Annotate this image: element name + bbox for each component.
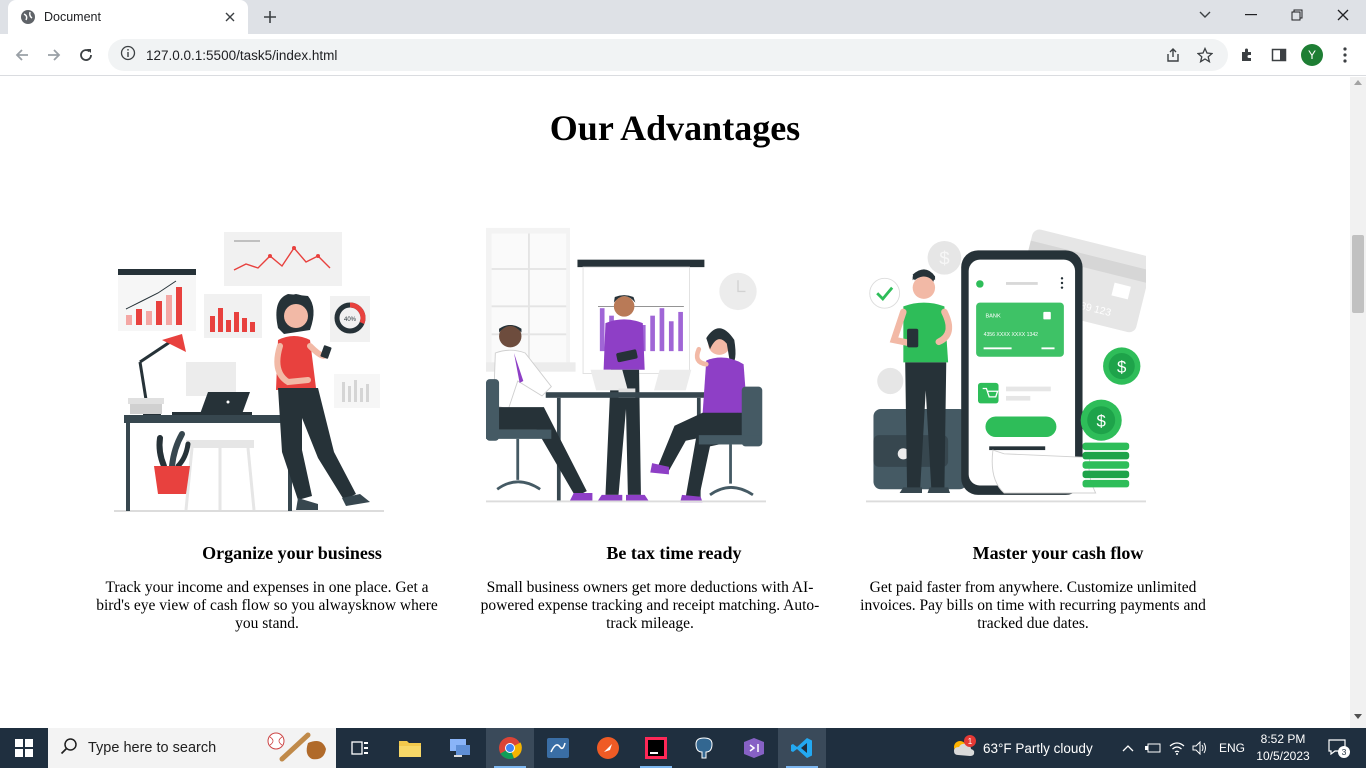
wifi-icon[interactable]: [1169, 728, 1185, 768]
vertical-scrollbar[interactable]: [1350, 77, 1366, 728]
donut-percent-label: 40%: [344, 317, 357, 323]
battery-icon[interactable]: [1145, 728, 1161, 768]
profile-avatar[interactable]: Y: [1301, 44, 1323, 66]
clock-date: 10/5/2023: [1256, 749, 1310, 763]
search-highlight-baseball-icon: [264, 729, 330, 768]
svg-text:$: $: [939, 247, 950, 268]
scroll-up-arrow-icon[interactable]: [1350, 79, 1366, 91]
info-icon[interactable]: [120, 45, 136, 66]
mysql-workbench-icon[interactable]: [534, 728, 582, 768]
cash-flow-illustration: 789 123 $ BANK 4356 XXXX XXXX 1342 $ $: [866, 229, 1146, 503]
file-explorer-icon[interactable]: [386, 728, 434, 768]
url-text[interactable]: 127.0.0.1:5500/task5/index.html: [146, 48, 1152, 63]
share-icon[interactable]: [1162, 44, 1184, 66]
notifications-button[interactable]: 3: [1324, 728, 1352, 768]
card-title-tax: Be tax time ready: [606, 543, 742, 563]
card-text-organize: Track your income and expenses in one pl…: [96, 579, 438, 632]
windows-taskbar: Type here to search 1 63°F Partly cloudy…: [0, 728, 1366, 768]
restore-button[interactable]: [1274, 0, 1320, 30]
organize-business-illustration: 40%: [114, 232, 384, 512]
weather-text: 63°F Partly cloudy: [983, 740, 1093, 756]
scroll-thumb[interactable]: [1352, 235, 1364, 313]
weather-alert-badge: 1: [964, 735, 976, 747]
postgresql-icon[interactable]: [680, 728, 728, 768]
svg-text:$: $: [1117, 358, 1127, 377]
svg-text:$: $: [1097, 412, 1107, 431]
language-indicator[interactable]: ENG: [1219, 728, 1245, 768]
menu-kebab-icon[interactable]: [1334, 44, 1356, 66]
scroll-down-arrow-icon[interactable]: [1350, 714, 1366, 726]
chrome-taskbar-icon[interactable]: [486, 728, 534, 768]
forward-button[interactable]: [40, 41, 68, 69]
bookmark-star-icon[interactable]: [1194, 44, 1216, 66]
task-view-icon[interactable]: [336, 728, 384, 768]
browser-toolbar: 127.0.0.1:5500/task5/index.html Y: [0, 34, 1366, 76]
tab-title: Document: [44, 10, 101, 24]
side-panel-icon[interactable]: [1268, 44, 1290, 66]
weather-widget[interactable]: 1 63°F Partly cloudy: [950, 728, 1093, 768]
notification-count-badge: 3: [1338, 746, 1350, 758]
vscode-icon[interactable]: [778, 728, 826, 768]
new-tab-button[interactable]: [258, 5, 282, 29]
page-title: Our Advantages: [549, 108, 801, 148]
tab-close-icon[interactable]: [222, 9, 238, 25]
card-text-tax: Small business owners get more deduction…: [480, 579, 820, 632]
reload-button[interactable]: [72, 41, 100, 69]
intellij-icon[interactable]: [632, 728, 680, 768]
page-viewport: Our Advantages 40% 789 123 $ BANK 4356 X…: [0, 77, 1350, 728]
notification-icon: 3: [1328, 739, 1350, 758]
weather-cloud-icon: 1: [950, 735, 976, 759]
back-button[interactable]: [8, 41, 36, 69]
globe-icon: [20, 9, 36, 25]
tab-strip: Document: [0, 0, 1366, 34]
card-title-cash-flow: Master your cash flow: [972, 543, 1144, 563]
tax-time-illustration: [486, 227, 766, 503]
network-app-icon[interactable]: [436, 728, 484, 768]
windows-logo-icon: [15, 739, 33, 757]
tab-search-icon[interactable]: [1182, 0, 1228, 30]
volume-icon[interactable]: [1192, 728, 1208, 768]
card-text-cash-flow: Get paid faster from anywhere. Customize…: [860, 579, 1206, 632]
address-bar[interactable]: 127.0.0.1:5500/task5/index.html: [108, 39, 1228, 71]
taskbar-search-box[interactable]: Type here to search: [48, 728, 336, 768]
browser-tab[interactable]: Document: [8, 0, 248, 34]
visual-studio-icon[interactable]: [730, 728, 778, 768]
bank-card-label: BANK: [985, 314, 1001, 320]
bank-card-digits: 4356 XXXX XXXX 1342: [984, 332, 1039, 338]
postman-icon[interactable]: [584, 728, 632, 768]
search-placeholder: Type here to search: [88, 740, 217, 756]
clock-time: 8:52 PM: [1260, 732, 1306, 746]
start-button[interactable]: [0, 728, 48, 768]
card-title-organize: Organize your business: [202, 543, 382, 563]
close-window-button[interactable]: [1320, 0, 1366, 30]
taskbar-clock[interactable]: 8:52 PM 10/5/2023: [1250, 731, 1316, 765]
search-icon: [60, 737, 78, 760]
show-hidden-icons-chevron-icon[interactable]: [1122, 728, 1134, 768]
minimize-button[interactable]: [1228, 0, 1274, 30]
extensions-icon[interactable]: [1236, 44, 1258, 66]
